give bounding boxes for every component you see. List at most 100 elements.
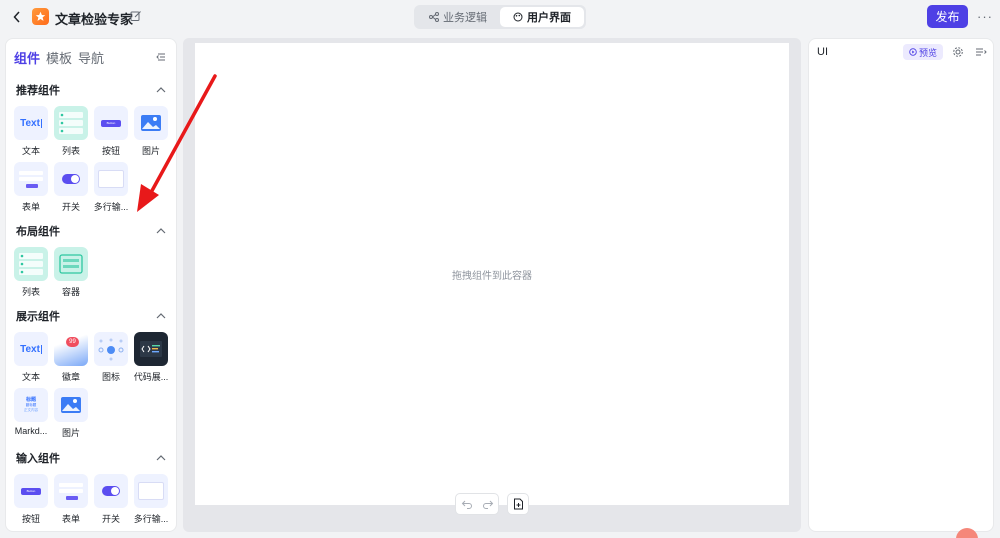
list-thumbnail (14, 247, 48, 281)
component-code-display[interactable]: 代码展... (133, 332, 169, 383)
tab-templates[interactable]: 模板 (46, 48, 72, 67)
component-icon[interactable]: 图标 (93, 332, 129, 383)
code-icon (140, 341, 162, 357)
app-title: 文章检验专家 (55, 12, 134, 27)
component-label: 代码展... (133, 372, 169, 382)
section-header[interactable]: 布局组件 (16, 223, 166, 239)
component-label: 列表 (61, 146, 80, 156)
form-icon (19, 171, 43, 188)
back-button[interactable] (10, 9, 24, 25)
list-menu-icon (976, 48, 987, 56)
component-label: 多行输... (93, 202, 129, 212)
save-draft-button[interactable] (507, 493, 529, 515)
section-title: 布局组件 (16, 226, 60, 238)
badge-thumbnail: 99 (54, 332, 88, 366)
gear-icon (953, 47, 963, 57)
component-list[interactable]: 列表 (53, 106, 89, 157)
component-input-textarea[interactable]: 多行输... (133, 474, 169, 525)
switch-thumbnail (94, 474, 128, 508)
component-container[interactable]: 容器 (53, 247, 89, 298)
thumb-markdown-body: 正文内容 (24, 408, 38, 412)
chevron-up-icon (156, 455, 166, 461)
component-display-text[interactable]: Text 文本 (13, 332, 49, 383)
star-logo-icon (35, 11, 46, 21)
component-display-image[interactable]: 图片 (53, 388, 89, 439)
component-form[interactable]: 表单 (13, 162, 49, 213)
edit-title-button[interactable] (130, 10, 142, 22)
edit-icon (130, 11, 141, 21)
drop-hint: 拖拽组件到此容器 (452, 271, 532, 282)
panel-title: UI (817, 46, 828, 58)
section-header[interactable]: 展示组件 (16, 308, 166, 324)
thumb-text-label: Text (20, 343, 40, 355)
component-label: 开关 (101, 514, 120, 524)
image-thumbnail (54, 388, 88, 422)
component-badge[interactable]: 99 徽章 (53, 332, 89, 383)
tab-navigation[interactable]: 导航 (78, 48, 104, 67)
container-icon (59, 254, 83, 274)
section-title: 推荐组件 (16, 85, 60, 97)
view-switcher: 业务逻辑 用户界面 (414, 5, 586, 29)
tab-label: 用户界面 (527, 12, 571, 24)
thumb-badge-count: 99 (66, 337, 79, 347)
component-label: 开关 (61, 202, 80, 212)
image-thumbnail (134, 106, 168, 140)
component-label: 列表 (21, 287, 40, 297)
collapse-panel-button[interactable] (155, 51, 167, 63)
component-label: 按钮 (101, 146, 120, 156)
preview-button[interactable]: 预览 (903, 44, 943, 60)
outline-menu-button[interactable] (975, 46, 987, 58)
component-textarea[interactable]: 多行输... (93, 162, 129, 213)
undo-icon[interactable] (461, 499, 473, 509)
more-menu-button[interactable]: ··· (977, 7, 992, 25)
section-header[interactable]: 推荐组件 (16, 82, 166, 98)
component-label: 表单 (61, 514, 80, 524)
markdown-thumbnail: 标题 副标题 正文内容 (14, 388, 48, 422)
redo-icon[interactable] (482, 499, 494, 509)
thumb-text-label: Text (20, 117, 40, 129)
component-button[interactable]: Button 按钮 (93, 106, 129, 157)
component-label: 图片 (61, 428, 80, 438)
palette-icon (513, 12, 523, 22)
component-input-form[interactable]: 表单 (53, 474, 89, 525)
preview-label: 预览 (918, 47, 937, 58)
panel-tabs: 组件 模板 导航 (14, 48, 104, 67)
component-label: 图标 (101, 372, 120, 382)
component-switch[interactable]: 开关 (53, 162, 89, 213)
component-input-button[interactable]: Button 按钮 (13, 474, 49, 525)
form-thumbnail (54, 474, 88, 508)
tab-user-interface[interactable]: 用户界面 (500, 7, 584, 27)
component-layout-list[interactable]: 列表 (13, 247, 49, 298)
component-panel: 组件 模板 导航 推荐组件 Text 文本 列表 Button 按钮 图片 表单… (5, 38, 177, 532)
top-bar: 文章检验专家 业务逻辑 用户界面 发布 ··· (0, 0, 1000, 34)
chevron-left-icon (13, 11, 20, 23)
history-toolbar (455, 493, 499, 515)
code-thumbnail (134, 332, 168, 366)
publish-button[interactable]: 发布 (927, 5, 968, 28)
drop-container[interactable]: 拖拽组件到此容器 (195, 43, 789, 505)
list-icon (19, 253, 43, 275)
textarea-thumbnail (94, 162, 128, 196)
component-image[interactable]: 图片 (133, 106, 169, 157)
text-thumbnail: Text (14, 332, 48, 366)
component-label: Markd... (14, 426, 48, 436)
form-icon (59, 483, 83, 500)
icon-grid-icon (98, 338, 124, 361)
component-label: 文本 (21, 372, 40, 382)
container-thumbnail (54, 247, 88, 281)
chevron-up-icon (156, 313, 166, 319)
component-markdown[interactable]: 标题 副标题 正文内容 Markd... (13, 388, 49, 436)
component-text[interactable]: Text 文本 (13, 106, 49, 157)
component-label: 图片 (141, 146, 160, 156)
settings-button[interactable] (952, 46, 964, 58)
thumb-button-label: Button (21, 487, 41, 495)
component-label: 按钮 (21, 514, 40, 524)
tab-business-logic[interactable]: 业务逻辑 (416, 7, 500, 27)
icon-thumbnail (94, 332, 128, 366)
component-label: 表单 (21, 202, 40, 212)
image-icon (141, 115, 161, 131)
section-header[interactable]: 输入组件 (16, 450, 166, 466)
component-input-switch[interactable]: 开关 (93, 474, 129, 525)
thumb-button-label: Button (101, 119, 121, 127)
tab-components[interactable]: 组件 (14, 48, 40, 67)
